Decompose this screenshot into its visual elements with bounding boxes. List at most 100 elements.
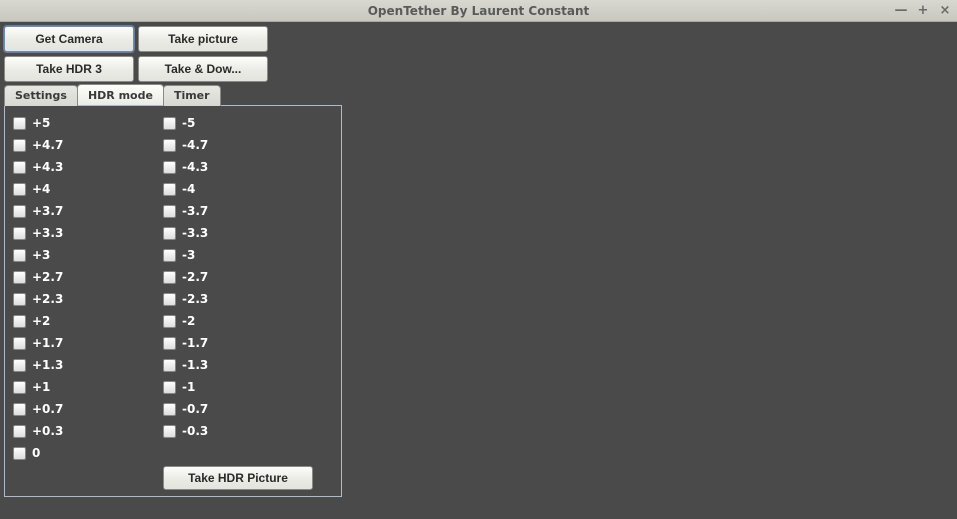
toolbar: Get Camera Take picture Take HDR 3 Take … <box>4 26 953 82</box>
hdr-checkbox[interactable] <box>13 139 26 152</box>
hdr-checkbox[interactable] <box>13 403 26 416</box>
hdr-check-row: -4 <box>163 178 333 200</box>
take-download-button[interactable]: Take & Dow... <box>138 56 268 82</box>
hdr-col-negative: -5 -4.7 -4.3 -4 -3.7 -3.3 -3 -2.7 -2.3 -2 -1.7 -1.3… <box>163 112 333 464</box>
hdr-checkbox[interactable] <box>163 403 176 416</box>
hdr-checkbox[interactable] <box>13 117 26 130</box>
hdr-check-row: +0.7 <box>13 398 163 420</box>
hdr-check-label: -1.7 <box>182 336 208 350</box>
tab-hdr-mode[interactable]: HDR mode <box>77 84 164 105</box>
hdr-check-row: +1 <box>13 376 163 398</box>
hdr-checkbox[interactable] <box>163 161 176 174</box>
hdr-check-label: -2 <box>182 314 195 328</box>
hdr-check-row: +2.3 <box>13 288 163 310</box>
hdr-checkbox[interactable] <box>13 161 26 174</box>
hdr-check-row: -2.3 <box>163 288 333 310</box>
hdr-check-row: -0.7 <box>163 398 333 420</box>
hdr-checkbox[interactable] <box>163 117 176 130</box>
hdr-check-label: +4.3 <box>32 160 63 174</box>
hdr-checkbox[interactable] <box>13 315 26 328</box>
hdr-check-row: +3 <box>13 244 163 266</box>
hdr-check-row: -0.3 <box>163 420 333 442</box>
maximize-icon[interactable]: + <box>915 2 931 18</box>
hdr-checkbox[interactable] <box>163 183 176 196</box>
hdr-check-label: -0.7 <box>182 402 208 416</box>
hdr-checkbox[interactable] <box>163 227 176 240</box>
hdr-check-label: +3.3 <box>32 226 63 240</box>
hdr-check-row: -3.7 <box>163 200 333 222</box>
hdr-check-label: -3 <box>182 248 195 262</box>
hdr-checkbox[interactable] <box>163 139 176 152</box>
hdr-check-row: +2.7 <box>13 266 163 288</box>
hdr-check-row: -2.7 <box>163 266 333 288</box>
hdr-columns: +5+4.7+4.3+4+3.7+3.3+3+2.7+2.3+2+1.7+1.3… <box>13 112 333 464</box>
hdr-check-label: +0.7 <box>32 402 63 416</box>
hdr-checkbox[interactable] <box>13 337 26 350</box>
hdr-checkbox[interactable] <box>163 249 176 262</box>
hdr-checkbox[interactable] <box>163 293 176 306</box>
get-camera-button[interactable]: Get Camera <box>4 26 134 52</box>
hdr-check-row: +5 <box>13 112 163 134</box>
toolbar-row-1: Get Camera Take picture <box>4 26 953 52</box>
hdr-check-label: +1.7 <box>32 336 63 350</box>
hdr-check-label: -5 <box>182 116 195 130</box>
hdr-col-positive: +5+4.7+4.3+4+3.7+3.3+3+2.7+2.3+2+1.7+1.3… <box>13 112 163 464</box>
hdr-check-label: +3 <box>32 248 50 262</box>
hdr-check-row: +4.7 <box>13 134 163 156</box>
hdr-checkbox[interactable] <box>163 359 176 372</box>
hdr-check-row: -1 <box>163 376 333 398</box>
hdr-checkbox[interactable] <box>163 271 176 284</box>
hdr-check-label: -4 <box>182 182 195 196</box>
hdr-check-row: +1.7 <box>13 332 163 354</box>
hdr-check-row: -3 <box>163 244 333 266</box>
titlebar: OpenTether By Laurent Constant — + × <box>0 0 957 22</box>
hdr-checkbox[interactable] <box>13 227 26 240</box>
hdr-checkbox[interactable] <box>13 447 26 460</box>
hdr-panel: +5+4.7+4.3+4+3.7+3.3+3+2.7+2.3+2+1.7+1.3… <box>4 105 342 497</box>
hdr-check-label: -1.3 <box>182 358 208 372</box>
hdr-checkbox[interactable] <box>13 205 26 218</box>
hdr-check-label: -4.3 <box>182 160 208 174</box>
hdr-check-label: +2 <box>32 314 50 328</box>
toolbar-row-2: Take HDR 3 Take & Dow... <box>4 56 953 82</box>
hdr-check-label: -0.3 <box>182 424 208 438</box>
hdr-check-row: +2 <box>13 310 163 332</box>
hdr-check-label: -1 <box>182 380 195 394</box>
hdr-checkbox[interactable] <box>13 293 26 306</box>
hdr-checkbox[interactable] <box>163 337 176 350</box>
hdr-check-row: -1.7 <box>163 332 333 354</box>
app-body: Get Camera Take picture Take HDR 3 Take … <box>0 22 957 501</box>
hdr-checkbox[interactable] <box>13 271 26 284</box>
hdr-check-label: -2.7 <box>182 270 208 284</box>
tab-settings[interactable]: Settings <box>4 85 78 106</box>
hdr-check-label: +1.3 <box>32 358 63 372</box>
hdr-check-row: -2 <box>163 310 333 332</box>
hdr-check-label: +4.7 <box>32 138 63 152</box>
hdr-checkbox[interactable] <box>163 381 176 394</box>
take-hdr3-button[interactable]: Take HDR 3 <box>4 56 134 82</box>
minimize-icon[interactable]: — <box>893 2 909 18</box>
close-icon[interactable]: × <box>937 2 953 18</box>
tab-timer[interactable]: Timer <box>163 85 221 106</box>
hdr-checkbox[interactable] <box>163 425 176 438</box>
hdr-checkbox[interactable] <box>163 315 176 328</box>
hdr-check-label: -2.3 <box>182 292 208 306</box>
hdr-check-label: +1 <box>32 380 50 394</box>
hdr-checkbox[interactable] <box>13 183 26 196</box>
hdr-button-row: Take HDR Picture <box>13 466 333 490</box>
hdr-checkbox[interactable] <box>13 381 26 394</box>
hdr-check-label: +5 <box>32 116 50 130</box>
hdr-checkbox[interactable] <box>13 359 26 372</box>
hdr-check-row: -4.3 <box>163 156 333 178</box>
tab-bar: Settings HDR mode Timer <box>4 84 953 105</box>
hdr-check-label: +4 <box>32 182 50 196</box>
hdr-checkbox[interactable] <box>163 205 176 218</box>
hdr-checkbox[interactable] <box>13 249 26 262</box>
hdr-check-label: -3.3 <box>182 226 208 240</box>
take-picture-button[interactable]: Take picture <box>138 26 268 52</box>
hdr-check-label: -4.7 <box>182 138 208 152</box>
hdr-check-label: +0.3 <box>32 424 63 438</box>
take-hdr-picture-button[interactable]: Take HDR Picture <box>163 466 313 490</box>
hdr-check-row: +4 <box>13 178 163 200</box>
hdr-checkbox[interactable] <box>13 425 26 438</box>
